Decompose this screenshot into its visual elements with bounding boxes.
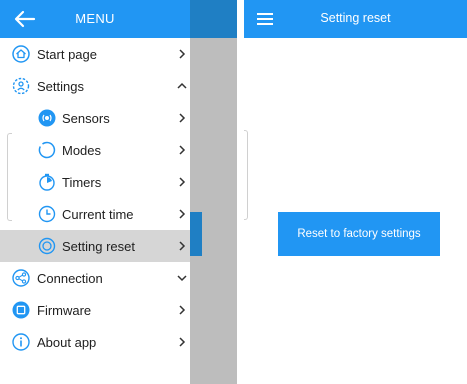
menu-screen: MENU Start page Settings Sensors Modes T…	[0, 0, 237, 384]
chevron-right-icon	[176, 47, 188, 61]
drawer-title: MENU	[75, 11, 115, 26]
menu-item-label: Current time	[62, 207, 134, 222]
stopwatch-icon	[38, 173, 56, 191]
submenu-bracket	[7, 133, 12, 221]
menu-item-label: Setting reset	[62, 239, 135, 254]
dimmed-content[interactable]	[190, 0, 237, 384]
chevron-right-icon	[176, 239, 188, 253]
menu-item-label: Firmware	[37, 303, 92, 318]
home-icon	[12, 45, 30, 63]
content-bracket	[244, 130, 248, 220]
info-icon	[12, 333, 30, 351]
reset-to-factory-settings-button[interactable]: Reset to factory settings	[278, 212, 440, 256]
menu-item-current-time[interactable]: Current time	[0, 198, 190, 230]
menu-item-label: Sensors	[62, 111, 110, 126]
drawer-header: MENU	[0, 0, 190, 38]
menu-item-modes[interactable]: Modes	[0, 134, 190, 166]
app-bar: Setting reset	[244, 0, 467, 38]
menu-item-label: About app	[37, 335, 97, 350]
menu-item-timers[interactable]: Timers	[0, 166, 190, 198]
menu-item-setting-reset[interactable]: Setting reset	[0, 230, 190, 262]
menu-item-label: Start page	[37, 47, 97, 62]
clock-icon	[38, 205, 56, 223]
menu-item-settings[interactable]: Settings	[0, 70, 190, 102]
chevron-down-icon	[176, 271, 188, 285]
dimmed-reset-button	[190, 212, 202, 256]
menu-item-label: Timers	[62, 175, 102, 190]
chevron-right-icon	[176, 143, 188, 157]
menu-item-start-page[interactable]: Start page	[0, 38, 190, 70]
chevron-right-icon	[176, 207, 188, 221]
navigation-drawer: MENU Start page Settings Sensors Modes T…	[0, 0, 190, 384]
chevron-right-icon	[176, 175, 188, 189]
chevron-right-icon	[176, 111, 188, 125]
menu-item-label: Connection	[37, 271, 103, 286]
menu-item-connection[interactable]: Connection	[0, 262, 190, 294]
chevron-right-icon	[176, 303, 188, 317]
modes-icon	[38, 141, 56, 159]
sensor-icon	[38, 109, 56, 127]
menu-item-sensors[interactable]: Sensors	[0, 102, 190, 134]
setting-reset-screen: Setting reset Reset to factory settings	[244, 0, 467, 384]
settings-person-icon	[12, 77, 30, 95]
menu-item-label: Settings	[37, 79, 84, 94]
menu-item-about-app[interactable]: About app	[0, 326, 190, 358]
share-icon	[12, 269, 30, 287]
dimmed-app-bar	[190, 0, 237, 38]
chevron-up-icon	[176, 79, 188, 93]
firmware-chip-icon	[12, 301, 30, 319]
reset-icon	[38, 237, 56, 255]
menu-item-firmware[interactable]: Firmware	[0, 294, 190, 326]
menu-item-label: Modes	[62, 143, 102, 158]
screen-title: Setting reset	[320, 11, 391, 25]
chevron-right-icon	[176, 335, 188, 349]
